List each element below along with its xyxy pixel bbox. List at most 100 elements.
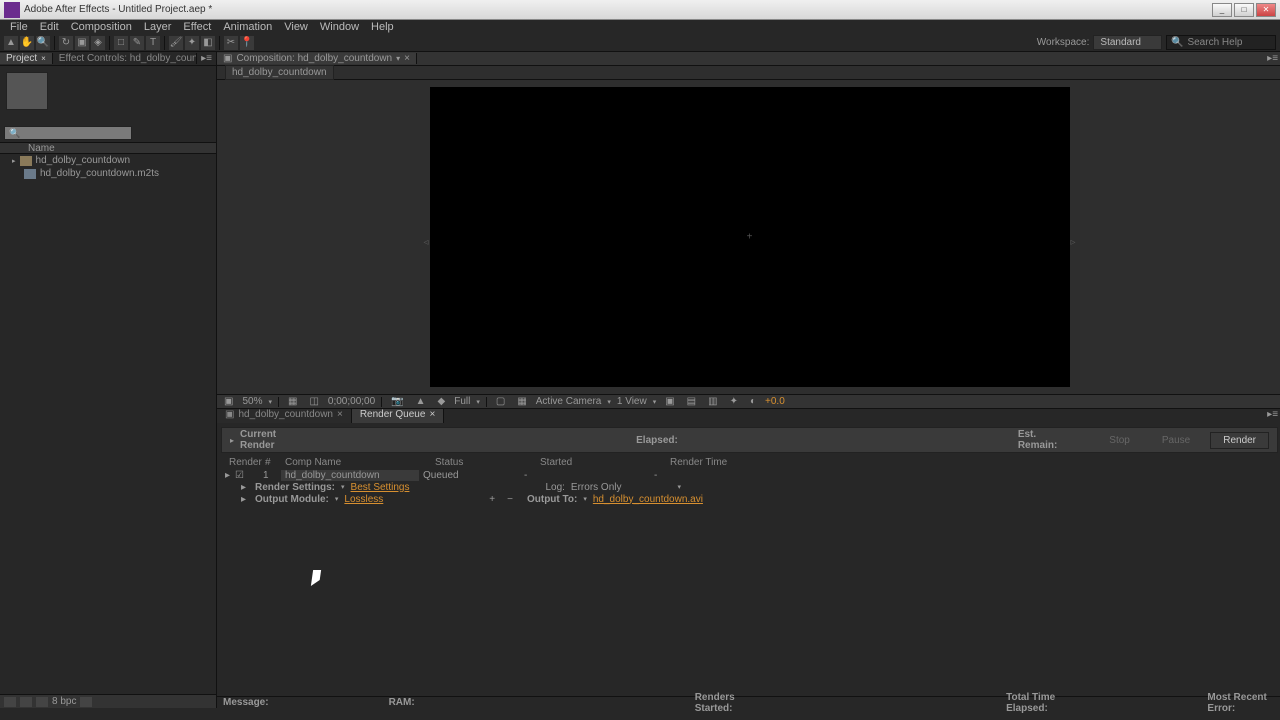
current-render-label: Current Render bbox=[240, 429, 276, 451]
disclosure-icon[interactable]: ▸ bbox=[230, 436, 234, 445]
zoom-tool[interactable]: 🔍 bbox=[36, 36, 50, 50]
status-renders-started: Renders Started: bbox=[695, 692, 756, 714]
project-thumbnail bbox=[6, 72, 48, 110]
menu-layer[interactable]: Layer bbox=[138, 21, 178, 33]
puppet-tool[interactable]: 📍 bbox=[240, 36, 254, 50]
output-module-label: Output Module: bbox=[255, 494, 329, 505]
composition-canvas[interactable]: ◃ + ▹ bbox=[430, 87, 1070, 387]
delete-button[interactable] bbox=[80, 697, 92, 707]
hand-tool[interactable]: ✋ bbox=[20, 36, 34, 50]
magnification-button[interactable]: ▣ bbox=[221, 396, 236, 407]
menu-composition[interactable]: Composition bbox=[65, 21, 138, 33]
panel-menu-icon[interactable]: ▸≡ bbox=[197, 53, 216, 64]
log-dropdown[interactable]: Errors Only bbox=[571, 482, 622, 493]
channel-button[interactable]: ▲ bbox=[413, 396, 429, 407]
header-render-time[interactable]: Render Time bbox=[670, 457, 727, 469]
reset-exposure-button[interactable]: ◐ bbox=[747, 396, 759, 407]
close-button[interactable]: ✕ bbox=[1256, 3, 1276, 17]
queue-status: Queued bbox=[419, 470, 524, 481]
timeline-button[interactable]: ▥ bbox=[705, 396, 720, 407]
grid-button[interactable]: ▦ bbox=[285, 396, 300, 407]
menu-help[interactable]: Help bbox=[365, 21, 400, 33]
header-render[interactable]: Render bbox=[229, 457, 265, 469]
mask-button[interactable]: ◫ bbox=[306, 396, 321, 407]
interpret-footage-button[interactable] bbox=[4, 697, 16, 707]
exposure-value[interactable]: +0.0 bbox=[765, 396, 785, 407]
render-checkbox[interactable]: ☑ bbox=[235, 470, 249, 481]
transparency-button[interactable]: ▦ bbox=[514, 396, 529, 407]
pan-behind-tool[interactable]: ◈ bbox=[91, 36, 105, 50]
resolution-dropdown[interactable]: Full bbox=[454, 396, 470, 407]
panel-menu-icon[interactable]: ▸≡ bbox=[1263, 409, 1280, 423]
breadcrumb-item[interactable]: hd_dolby_countdown bbox=[225, 65, 334, 80]
color-button[interactable]: ◆ bbox=[435, 396, 449, 407]
project-search-input[interactable]: 🔍 bbox=[4, 126, 132, 140]
disclosure-icon[interactable]: ▸ bbox=[225, 470, 235, 481]
snapshot-button[interactable]: 📷 bbox=[388, 396, 406, 407]
timeline-tab[interactable]: ▣hd_dolby_countdown× bbox=[217, 409, 352, 423]
header-num[interactable]: # bbox=[265, 457, 285, 469]
render-queue-tab[interactable]: Render Queue× bbox=[352, 409, 444, 423]
maximize-button[interactable]: □ bbox=[1234, 3, 1254, 17]
queue-row[interactable]: ▸ ☑ 1 hd_dolby_countdown Queued - - bbox=[225, 469, 1274, 481]
disclosure-icon[interactable]: ▸ bbox=[12, 157, 16, 165]
roi-button[interactable]: ▢ bbox=[493, 396, 508, 407]
menu-file[interactable]: File bbox=[4, 21, 34, 33]
rotate-tool[interactable]: ↻ bbox=[59, 36, 73, 50]
shape-tool[interactable]: □ bbox=[114, 36, 128, 50]
render-button[interactable]: Render bbox=[1210, 432, 1269, 449]
render-settings-label: Render Settings: bbox=[255, 482, 335, 493]
queue-started: - bbox=[524, 470, 654, 481]
menu-edit[interactable]: Edit bbox=[34, 21, 65, 33]
project-tab[interactable]: Project× bbox=[0, 53, 53, 64]
output-to-link[interactable]: hd_dolby_countdown.avi bbox=[593, 494, 703, 505]
header-started[interactable]: Started bbox=[540, 457, 670, 469]
project-item-file[interactable]: hd_dolby_countdown.m2ts bbox=[0, 167, 216, 180]
view-dropdown[interactable]: 1 View bbox=[617, 396, 647, 407]
new-folder-button[interactable] bbox=[20, 697, 32, 707]
minimize-button[interactable]: _ bbox=[1212, 3, 1232, 17]
render-settings-link[interactable]: Best Settings bbox=[351, 482, 410, 493]
fast-preview-button[interactable]: ▤ bbox=[684, 396, 699, 407]
remain-label: Est. Remain: bbox=[1018, 429, 1057, 451]
selection-tool[interactable]: ▲ bbox=[4, 36, 18, 50]
new-comp-button[interactable] bbox=[36, 697, 48, 707]
composition-tab[interactable]: ▣ Composition: hd_dolby_countdown ▾ × bbox=[217, 53, 417, 64]
header-status[interactable]: Status bbox=[435, 457, 540, 469]
brush-tool[interactable]: 🖌 bbox=[169, 36, 183, 50]
pen-tool[interactable]: ✎ bbox=[130, 36, 144, 50]
workspace-dropdown[interactable]: Standard bbox=[1093, 35, 1162, 50]
camera-tool[interactable]: ▣ bbox=[75, 36, 89, 50]
stop-button: Stop bbox=[1097, 433, 1142, 448]
roto-tool[interactable]: ✂ bbox=[224, 36, 238, 50]
clone-tool[interactable]: ✦ bbox=[185, 36, 199, 50]
timecode[interactable]: 0;00;00;00 bbox=[328, 396, 375, 407]
menu-view[interactable]: View bbox=[278, 21, 314, 33]
file-icon bbox=[24, 169, 36, 179]
eraser-tool[interactable]: ◧ bbox=[201, 36, 215, 50]
log-label: Log: bbox=[545, 482, 564, 493]
project-item-comp[interactable]: ▸ hd_dolby_countdown bbox=[0, 154, 216, 167]
comp-icon bbox=[20, 156, 32, 166]
text-tool[interactable]: T bbox=[146, 36, 160, 50]
header-comp[interactable]: Comp Name bbox=[285, 457, 435, 469]
menu-effect[interactable]: Effect bbox=[177, 21, 217, 33]
bpc-button[interactable]: 8 bpc bbox=[52, 696, 76, 707]
menu-animation[interactable]: Animation bbox=[217, 21, 278, 33]
composition-viewer[interactable]: ◃ + ▹ bbox=[217, 80, 1280, 394]
disclosure-icon[interactable]: ▸ bbox=[241, 494, 249, 505]
search-help-input[interactable]: 🔍 Search Help bbox=[1166, 35, 1276, 50]
effect-controls-tab[interactable]: Effect Controls: hd_dolby_count... bbox=[53, 53, 197, 64]
flowchart-button[interactable]: ✦ bbox=[727, 396, 741, 407]
output-module-link[interactable]: Lossless bbox=[344, 494, 383, 505]
menu-window[interactable]: Window bbox=[314, 21, 365, 33]
panel-menu-icon[interactable]: ▸≡ bbox=[1263, 53, 1280, 64]
pixel-aspect-button[interactable]: ▣ bbox=[662, 396, 677, 407]
column-name[interactable]: Name bbox=[28, 143, 55, 154]
window-title: Adobe After Effects - Untitled Project.a… bbox=[24, 4, 1212, 15]
tool-bar: ▲ ✋ 🔍 ↻ ▣ ◈ □ ✎ T 🖌 ✦ ◧ ✂ 📍 Workspace: S… bbox=[0, 34, 1280, 52]
camera-dropdown[interactable]: Active Camera bbox=[536, 396, 602, 407]
disclosure-icon[interactable]: ▸ bbox=[241, 482, 249, 493]
zoom-dropdown[interactable]: 50% bbox=[242, 396, 262, 407]
search-icon: 🔍 bbox=[1171, 37, 1183, 48]
